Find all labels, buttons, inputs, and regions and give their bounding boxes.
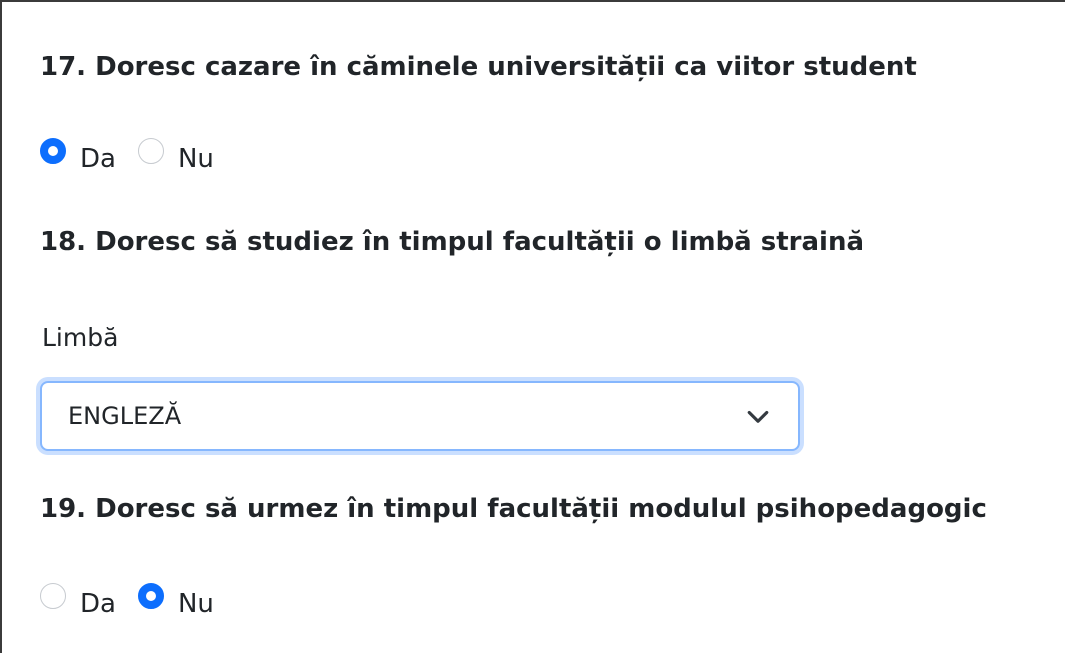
- radio-checked-icon[interactable]: [40, 138, 66, 164]
- radio-checked-icon[interactable]: [137, 583, 164, 609]
- language-field-label: Limbă: [42, 323, 119, 352]
- question-18-title: 18. Doresc să studiez în timpul facultăț…: [40, 227, 865, 257]
- radio-unchecked-icon[interactable]: [40, 583, 66, 609]
- question-17-radio-group: Da Nu: [40, 138, 236, 174]
- q17-option-nu-label: Nu: [177, 144, 214, 174]
- question-17-title: 17. Doresc cazare în căminele universită…: [40, 52, 917, 82]
- language-select[interactable]: ENGLEZĂ: [40, 381, 800, 451]
- question-19-radio-group: Da Nu: [40, 583, 236, 619]
- q17-option-da-label: Da: [80, 144, 116, 174]
- q19-option-nu-label: Nu: [177, 589, 214, 619]
- q19-option-da-label: Da: [80, 589, 116, 619]
- q17-option-da[interactable]: Da: [40, 138, 116, 174]
- chevron-down-icon: [747, 410, 769, 423]
- form-frame: [0, 0, 1065, 653]
- radio-unchecked-icon[interactable]: [137, 138, 164, 164]
- language-select-value: ENGLEZĂ: [68, 402, 182, 430]
- q19-option-nu[interactable]: Nu: [137, 583, 214, 619]
- q17-option-nu[interactable]: Nu: [137, 138, 214, 174]
- q19-option-da[interactable]: Da: [40, 583, 116, 619]
- question-19-title: 19. Doresc să urmez în timpul facultății…: [40, 494, 987, 524]
